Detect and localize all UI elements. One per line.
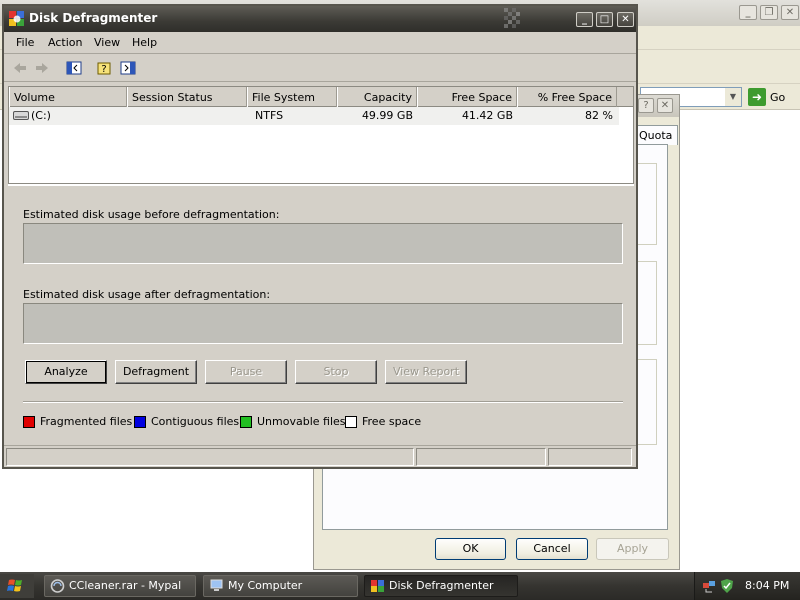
system-tray: 8:04 PM <box>694 572 800 600</box>
defrag-titlebar[interactable]: Disk Defragmenter _ □ ✕ <box>4 6 636 32</box>
legend-free-space: Free space <box>345 415 421 428</box>
analyze-button[interactable]: Analyze <box>25 360 107 384</box>
defrag-panel: Estimated disk usage before defragmentat… <box>8 184 634 444</box>
before-usage-label: Estimated disk usage before defragmentat… <box>23 208 280 221</box>
menu-help[interactable]: Help <box>132 36 157 49</box>
taskbar-item-label: Disk Defragmenter <box>389 579 494 592</box>
group-box <box>637 261 657 345</box>
defragment-button[interactable]: Defragment <box>115 360 197 384</box>
start-button[interactable] <box>0 574 34 598</box>
mypal-browser-icon <box>50 579 65 593</box>
stop-button[interactable]: Stop <box>295 360 377 384</box>
show-hide-console-tree-icon[interactable] <box>66 60 82 76</box>
show-hide-action-pane-icon[interactable] <box>120 60 136 76</box>
file-system: NTFS <box>255 109 284 122</box>
after-usage-display <box>23 303 623 344</box>
column-header-volume[interactable]: Volume <box>9 87 127 107</box>
go-label: Go <box>770 90 786 104</box>
svg-text:?: ? <box>101 64 106 75</box>
forward-arrow-icon[interactable] <box>34 60 50 76</box>
chevron-down-icon[interactable]: ▼ <box>725 88 741 106</box>
legend-label-contiguous: Contiguous files <box>151 415 240 428</box>
taskbar: CCleaner.rar - Mypal My Computer Disk De… <box>0 572 800 600</box>
legend-swatch-free-space <box>345 415 357 428</box>
column-header-capacity[interactable]: Capacity <box>337 87 417 107</box>
window-title: Disk Defragmenter <box>29 11 158 25</box>
ok-button[interactable]: OK <box>435 538 506 560</box>
menu-file[interactable]: File <box>16 36 34 49</box>
taskbar-item-ccleaner-mypal[interactable]: CCleaner.rar - Mypal <box>44 575 196 597</box>
minimize-icon[interactable]: _ <box>576 12 593 27</box>
apply-button[interactable]: Apply <box>596 538 669 560</box>
status-bar <box>4 445 636 467</box>
capacity: 49.99 GB <box>361 109 413 122</box>
legend-fragmented: Fragmented files <box>23 415 132 428</box>
back-arrow-icon[interactable] <box>12 60 28 76</box>
close-icon[interactable]: ✕ <box>617 12 634 27</box>
column-header-session-status[interactable]: Session Status <box>127 87 247 107</box>
tab-quota-label: Quota <box>639 129 673 142</box>
status-pane <box>548 448 632 466</box>
status-pane <box>416 448 546 466</box>
cancel-button[interactable]: Cancel <box>516 538 588 560</box>
volume-name: (C:) <box>31 109 51 122</box>
view-report-button[interactable]: View Report <box>385 360 467 384</box>
group-box <box>637 359 657 445</box>
hard-drive-icon <box>13 111 29 120</box>
go-arrow-icon: ➜ <box>748 88 766 106</box>
after-usage-label: Estimated disk usage after defragmentati… <box>23 288 271 301</box>
column-header-free-space[interactable]: Free Space <box>417 87 517 107</box>
group-box <box>637 163 657 245</box>
volume-list[interactable]: Volume Session Status File System Capaci… <box>8 86 634 184</box>
column-header-percent-free-space[interactable]: % Free Space <box>517 87 617 107</box>
status-pane <box>6 448 414 466</box>
tab-quota[interactable]: Quota <box>636 125 678 145</box>
legend-label-unmovable: Unmovable files <box>257 415 346 428</box>
pause-button[interactable]: Pause <box>205 360 287 384</box>
restore-icon[interactable]: ❐ <box>760 5 778 20</box>
maximize-icon[interactable]: □ <box>596 12 613 27</box>
menu-action[interactable]: Action <box>48 36 82 49</box>
go-button[interactable]: ➜ Go <box>748 87 796 107</box>
legend-unmovable: Unmovable files <box>240 415 346 428</box>
close-icon[interactable]: ✕ <box>657 98 673 113</box>
clock[interactable]: 8:04 PM <box>745 579 789 592</box>
disk-defragmenter-window: Disk Defragmenter _ □ ✕ File Action View… <box>2 4 638 469</box>
disk-defragmenter-icon <box>9 11 24 26</box>
legend-label-free-space: Free space <box>362 415 422 428</box>
disk-defragmenter-icon <box>371 580 384 592</box>
before-usage-display <box>23 223 623 264</box>
help-icon[interactable]: ? <box>96 60 112 76</box>
free-space: 41.42 GB <box>461 109 513 122</box>
taskbar-item-label: My Computer <box>228 579 303 592</box>
legend-contiguous: Contiguous files <box>134 415 239 428</box>
close-icon[interactable]: ✕ <box>781 5 799 20</box>
minimize-icon[interactable]: _ <box>739 5 757 20</box>
menubar: File Action View Help <box>4 32 636 54</box>
toolbar: ? <box>4 54 636 82</box>
security-shield-icon[interactable] <box>719 578 735 594</box>
taskbar-item-disk-defragmenter[interactable]: Disk Defragmenter <box>364 575 518 597</box>
percent-free-space: 82 % <box>585 109 613 122</box>
my-computer-icon <box>210 579 223 591</box>
menu-view[interactable]: View <box>94 36 120 49</box>
legend-label-fragmented: Fragmented files <box>40 415 133 428</box>
legend-swatch-fragmented <box>23 415 35 428</box>
table-row[interactable]: (C:) NTFS 49.99 GB 41.42 GB 82 % <box>9 107 619 125</box>
legend-swatch-contiguous <box>134 415 146 428</box>
taskbar-item-my-computer[interactable]: My Computer <box>203 575 358 597</box>
legend-swatch-unmovable <box>240 415 252 428</box>
taskbar-item-label: CCleaner.rar - Mypal <box>69 579 182 592</box>
titlebar-artifact <box>504 8 520 28</box>
divider <box>23 401 623 403</box>
network-icon[interactable] <box>701 578 717 594</box>
list-header: Volume Session Status File System Capaci… <box>9 87 633 107</box>
help-icon[interactable]: ? <box>638 98 654 113</box>
column-header-file-system[interactable]: File System <box>247 87 337 107</box>
